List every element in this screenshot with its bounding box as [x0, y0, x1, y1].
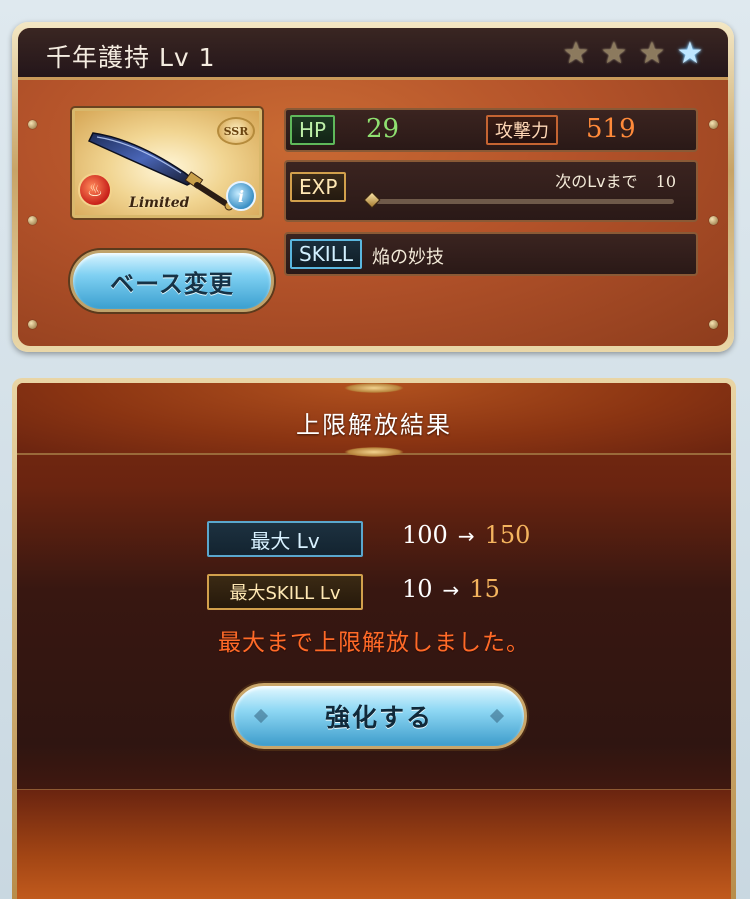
- attack-value: 519: [586, 114, 636, 144]
- ssr-badge: SSR: [217, 117, 255, 145]
- ornament-decoration: [489, 708, 505, 724]
- max-level-change: 100 → 150: [402, 521, 530, 549]
- max-skill-level-change: 10 → 15: [402, 575, 500, 603]
- info-icon[interactable]: i: [226, 181, 256, 211]
- ornament-decoration: [344, 383, 404, 393]
- next-level-info: 次のLvまで 10: [555, 168, 676, 192]
- max-level-label: 最大 Lv: [207, 521, 363, 557]
- stats-hp-atk-row: HP 29 攻撃力 519: [284, 108, 698, 152]
- enhance-button-label: 強化する: [324, 703, 433, 732]
- hp-value: 29: [366, 114, 400, 144]
- dialog-header: 上限解放結果: [17, 383, 731, 457]
- weapon-image[interactable]: SSR ♨ Limited i: [72, 108, 262, 218]
- weapon-card-header: 千年護持 Lv 1 ★ ★ ★ ★: [18, 28, 728, 80]
- attack-label: 攻撃力: [486, 115, 558, 145]
- uncap-star-icon: ★: [562, 36, 590, 71]
- rivet-decoration: [709, 216, 718, 225]
- hp-label: HP: [290, 115, 336, 145]
- max-uncap-message: 最大まで上限解放しました。: [218, 630, 530, 656]
- rivet-decoration: [709, 120, 718, 129]
- uncap-result-body: 上限解放結果 最大 Lv 100 → 150 最大SKILL Lv 10 → 15 最大…: [17, 383, 731, 899]
- rivet-decoration: [28, 216, 37, 225]
- stats-skill-row[interactable]: SKILL 焔の妙技: [284, 232, 698, 276]
- ornament-decoration: [344, 447, 404, 457]
- limited-label: Limited: [129, 195, 190, 211]
- max-level-old: 100: [402, 521, 448, 549]
- max-level-new: 150: [484, 521, 531, 549]
- exp-label: EXP: [290, 172, 347, 202]
- enhance-button[interactable]: 強化する: [231, 683, 527, 749]
- transcend-star-icon: ★: [676, 36, 704, 71]
- rivet-decoration: [709, 320, 718, 329]
- max-skill-new: 15: [469, 575, 500, 603]
- skill-name: 焔の妙技: [372, 247, 444, 268]
- uncap-star-icon: ★: [638, 36, 666, 71]
- skill-label: SKILL: [290, 239, 362, 269]
- max-skill-old: 10: [402, 575, 433, 603]
- base-change-button[interactable]: ベース変更: [70, 250, 274, 312]
- next-level-label: 次のLvまで: [555, 172, 638, 191]
- uncap-stars: ★ ★ ★ ★: [560, 39, 706, 71]
- weapon-name-level: 千年護持 Lv 1: [46, 43, 216, 72]
- dialog-footer: [17, 789, 731, 899]
- stats-exp-row: EXP 次のLvまで 10: [284, 160, 698, 222]
- weapon-card: 千年護持 Lv 1 ★ ★ ★ ★ SSR ♨ Limited i ベース変更 …: [12, 22, 734, 352]
- rivet-decoration: [28, 320, 37, 329]
- exp-progress-knob-icon: [363, 191, 381, 209]
- ornament-decoration: [253, 708, 269, 724]
- rivet-decoration: [28, 120, 37, 129]
- dialog-title: 上限解放結果: [296, 411, 452, 439]
- uncap-star-icon: ★: [600, 36, 628, 71]
- arrow-right-icon: →: [442, 578, 460, 602]
- uncap-result-dialog: 上限解放結果 最大 Lv 100 → 150 最大SKILL Lv 10 → 15 最大…: [12, 378, 736, 899]
- fire-icon: ♨: [78, 173, 112, 207]
- arrow-right-icon: →: [457, 524, 475, 548]
- weapon-card-body: 千年護持 Lv 1 ★ ★ ★ ★ SSR ♨ Limited i ベース変更 …: [18, 28, 728, 346]
- next-level-value: 10: [655, 172, 676, 191]
- exp-progress-bar: [376, 199, 674, 204]
- max-skill-level-label: 最大SKILL Lv: [207, 574, 363, 610]
